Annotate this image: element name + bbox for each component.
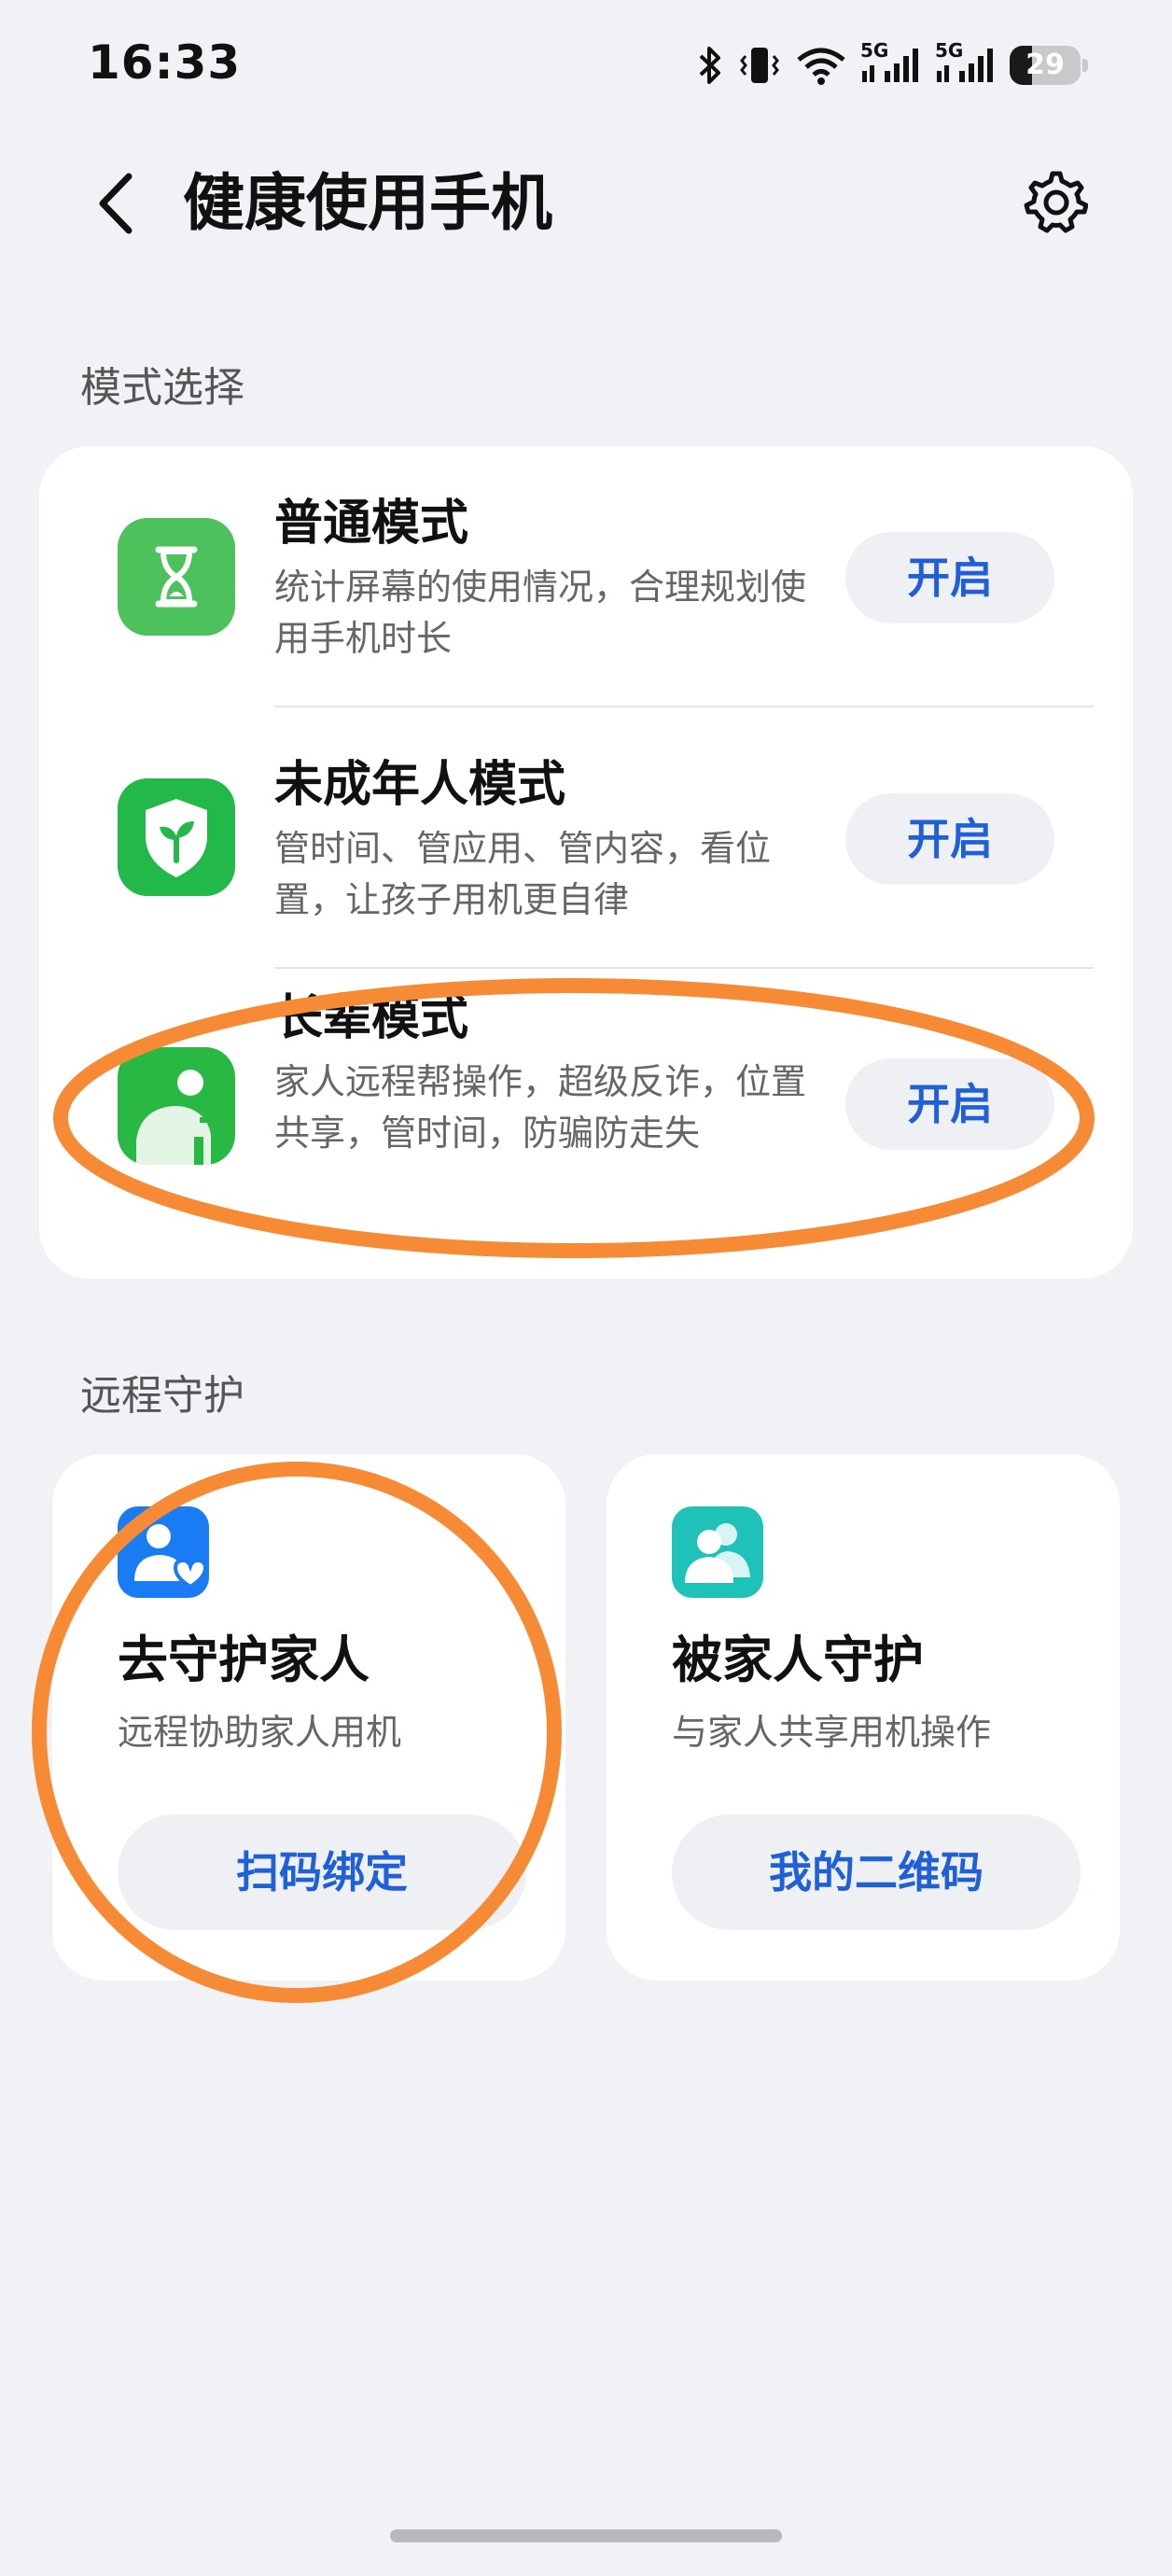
hourglass-icon <box>118 518 235 636</box>
guard-family-icon <box>118 1506 209 1598</box>
mode-item-elder: 长辈模式 家人远程帮操作，超级反诈，位置共享，管时间，防骗防走失 开启 <box>39 969 1133 1267</box>
scan-bind-button[interactable]: 扫码绑定 <box>118 1814 526 1930</box>
card-desc: 与家人共享用机操作 <box>672 1712 992 1753</box>
guarded-by-family-card: 被家人守护 与家人共享用机操作 我的二维码 <box>607 1454 1120 1981</box>
mode-title: 长辈模式 <box>274 990 469 1046</box>
mode-desc: 管时间、管应用、管内容，看位置，让孩子用机更自律 <box>274 828 772 920</box>
gear-icon <box>1024 171 1088 233</box>
mode-section-title: 模式选择 <box>80 364 244 412</box>
wifi-icon <box>795 45 847 86</box>
status-time: 16:33 <box>88 35 242 90</box>
mode-desc: 统计屏幕的使用情况，合理规划使用手机时长 <box>274 567 807 659</box>
signal-icon: 5G <box>860 39 922 86</box>
chevron-left-icon <box>99 173 133 234</box>
guard-family-card: 去守护家人 远程协助家人用机 扫码绑定 <box>52 1454 565 1981</box>
home-indicator[interactable] <box>390 2529 782 2542</box>
bluetooth-icon <box>696 45 724 86</box>
page-title: 健康使用手机 <box>183 167 552 239</box>
guarded-by-family-icon <box>672 1506 763 1598</box>
back-button[interactable] <box>86 168 146 239</box>
mode-item-normal: 普通模式 统计屏幕的使用情况，合理规划使用手机时长 开启 <box>39 446 1133 707</box>
mode-card: 普通模式 统计屏幕的使用情况，合理规划使用手机时长 开启 未成年人模式 管时间、… <box>39 446 1133 1279</box>
settings-button[interactable] <box>1017 164 1092 239</box>
vibrate-icon <box>737 45 782 86</box>
mode-title: 普通模式 <box>274 496 469 552</box>
mode-title: 未成年人模式 <box>274 757 566 813</box>
remote-section-title: 远程守护 <box>80 1372 244 1420</box>
status-icons: 5G 5G 29 <box>696 39 1088 91</box>
elder-icon <box>118 1047 235 1165</box>
shield-sprout-icon <box>118 778 235 896</box>
mode-item-minor: 未成年人模式 管时间、管应用、管内容，看位置，让孩子用机更自律 开启 <box>39 707 1133 969</box>
card-title: 去守护家人 <box>118 1631 370 1689</box>
enable-normal-mode-button[interactable]: 开启 <box>845 532 1054 623</box>
signal-icon: 5G <box>935 39 997 86</box>
battery-icon: 29 <box>1010 46 1088 85</box>
my-qr-code-button[interactable]: 我的二维码 <box>672 1814 1081 1930</box>
card-desc: 远程协助家人用机 <box>118 1712 402 1753</box>
enable-elder-mode-button[interactable]: 开启 <box>845 1058 1054 1150</box>
status-bar: 16:33 5G 5G 29 <box>0 0 1172 131</box>
enable-minor-mode-button[interactable]: 开启 <box>845 793 1054 885</box>
card-title: 被家人守护 <box>672 1631 924 1689</box>
battery-level: 29 <box>1026 49 1065 81</box>
mode-desc: 家人远程帮操作，超级反诈，位置共享，管时间，防骗防走失 <box>274 1061 807 1154</box>
